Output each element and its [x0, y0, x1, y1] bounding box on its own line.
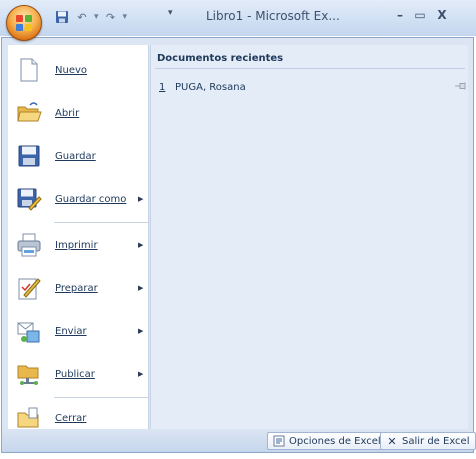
- recent-documents-header: Documentos recientes: [157, 53, 284, 64]
- menu-item-publish[interactable]: Publicar ▶: [8, 354, 149, 394]
- recent-documents-pane: Documentos recientes 1 PUGA, Rosana: [150, 45, 468, 429]
- menu-item-label: Abrir: [55, 107, 80, 119]
- menu-item-prepare[interactable]: Preparar ▶: [8, 268, 149, 308]
- options-icon: [273, 435, 285, 447]
- save-icon[interactable]: [54, 9, 70, 25]
- quick-access-toolbar: ↶ ▾ ↷ ▾: [54, 6, 166, 28]
- undo-dropdown-icon[interactable]: ▾: [94, 12, 99, 22]
- close-window-button[interactable]: X: [432, 6, 452, 24]
- publish-icon: [16, 361, 42, 387]
- recent-item-number: 1: [159, 81, 166, 93]
- prepare-icon: [16, 275, 42, 301]
- recent-divider: [155, 68, 465, 69]
- menu-item-label: Guardar: [55, 150, 96, 162]
- close-icon: ✕: [387, 434, 397, 448]
- customize-toolbar-icon[interactable]: ▾: [168, 8, 173, 18]
- pin-icon[interactable]: [455, 81, 467, 91]
- menu-item-save-as[interactable]: Guardar como ▶: [8, 179, 149, 219]
- office-button[interactable]: [6, 5, 42, 41]
- menu-commands-pane: Nuevo Abrir Guardar Guardar como ▶ Impri…: [8, 45, 149, 429]
- office-logo-icon: [16, 15, 33, 32]
- undo-icon[interactable]: ↶: [74, 9, 90, 25]
- menu-item-label: Preparar: [55, 282, 98, 294]
- menu-item-send[interactable]: Enviar ▶: [8, 311, 149, 351]
- menu-item-label: Publicar: [55, 368, 95, 380]
- exit-excel-label: Salir de Excel: [402, 435, 470, 447]
- submenu-arrow-icon: ▶: [138, 370, 144, 378]
- new-document-icon: [16, 57, 42, 83]
- send-icon: [16, 318, 42, 344]
- excel-options-label: Opciones de Excel: [289, 435, 381, 447]
- menu-item-label: Guardar como: [55, 193, 127, 205]
- open-folder-icon: [16, 100, 42, 126]
- menu-item-label: Imprimir: [55, 239, 98, 251]
- exit-excel-button[interactable]: ✕ Salir de Excel: [380, 432, 476, 450]
- close-folder-icon: [16, 405, 42, 431]
- title-bar: ↶ ▾ ↷ ▾ ▾ Libro1 - Microsoft Ex... – ▭ X: [0, 0, 476, 36]
- excel-options-button[interactable]: Opciones de Excel: [267, 432, 387, 450]
- recent-item-name: PUGA, Rosana: [175, 81, 246, 93]
- menu-item-new[interactable]: Nuevo: [8, 50, 149, 90]
- submenu-arrow-icon: ▶: [138, 241, 144, 249]
- menu-item-save[interactable]: Guardar: [8, 136, 149, 176]
- menu-item-print[interactable]: Imprimir ▶: [8, 225, 149, 265]
- save-icon: [16, 143, 42, 169]
- printer-icon: [16, 232, 42, 258]
- menu-item-label: Nuevo: [55, 64, 88, 76]
- window-title: Libro1 - Microsoft Ex...: [206, 9, 340, 23]
- minimize-button[interactable]: –: [390, 6, 410, 24]
- menu-footer: Opciones de Excel ✕ Salir de Excel: [1, 429, 476, 453]
- submenu-arrow-icon: ▶: [138, 195, 144, 203]
- save-as-icon: [16, 186, 42, 212]
- menu-item-label: Cerrar: [55, 412, 87, 424]
- office-menu: Nuevo Abrir Guardar Guardar como ▶ Impri…: [1, 37, 474, 435]
- maximize-button[interactable]: ▭: [410, 6, 430, 24]
- submenu-arrow-icon: ▶: [138, 327, 144, 335]
- redo-dropdown-icon[interactable]: ▾: [123, 12, 128, 22]
- redo-icon[interactable]: ↷: [103, 9, 119, 25]
- submenu-arrow-icon: ▶: [138, 284, 144, 292]
- menu-item-label: Enviar: [55, 325, 87, 337]
- menu-separator: [54, 222, 149, 223]
- menu-item-open[interactable]: Abrir: [8, 93, 149, 133]
- recent-document-item[interactable]: 1 PUGA, Rosana: [155, 79, 467, 95]
